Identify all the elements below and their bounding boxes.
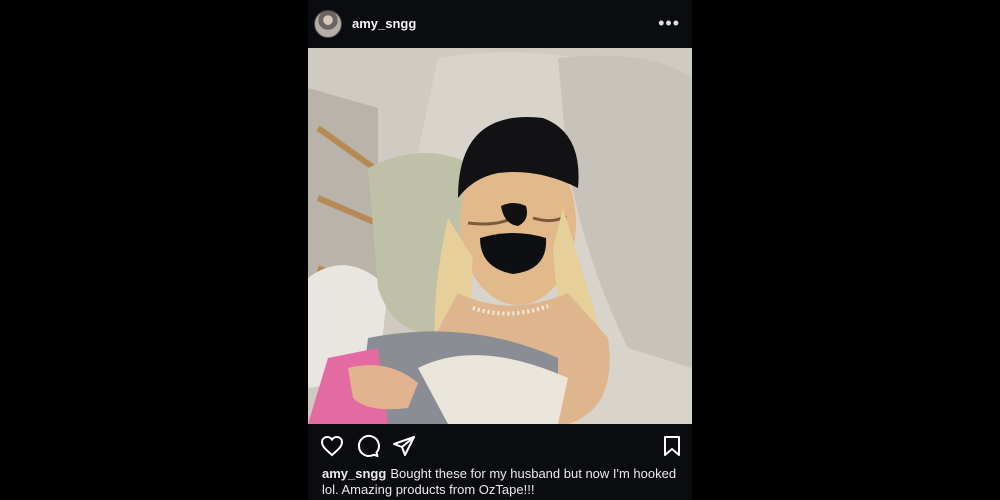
post-photo[interactable] — [308, 48, 692, 424]
caption-username[interactable]: amy_sngg — [322, 466, 386, 481]
more-options-icon[interactable]: ••• — [658, 13, 680, 34]
post-username[interactable]: amy_sngg — [352, 16, 416, 31]
avatar[interactable] — [314, 10, 342, 38]
instagram-post: amy_sngg ••• amy_sngg Bought these for m… — [308, 0, 692, 500]
heart-icon[interactable] — [320, 434, 344, 458]
post-caption: amy_sngg Bought these for my husband but … — [322, 466, 684, 498]
action-bar — [308, 424, 692, 466]
bookmark-icon[interactable] — [660, 434, 684, 458]
photo-illustration — [308, 48, 692, 424]
send-icon[interactable] — [392, 434, 416, 458]
comment-icon[interactable] — [356, 434, 380, 458]
post-header: amy_sngg ••• — [308, 0, 692, 48]
